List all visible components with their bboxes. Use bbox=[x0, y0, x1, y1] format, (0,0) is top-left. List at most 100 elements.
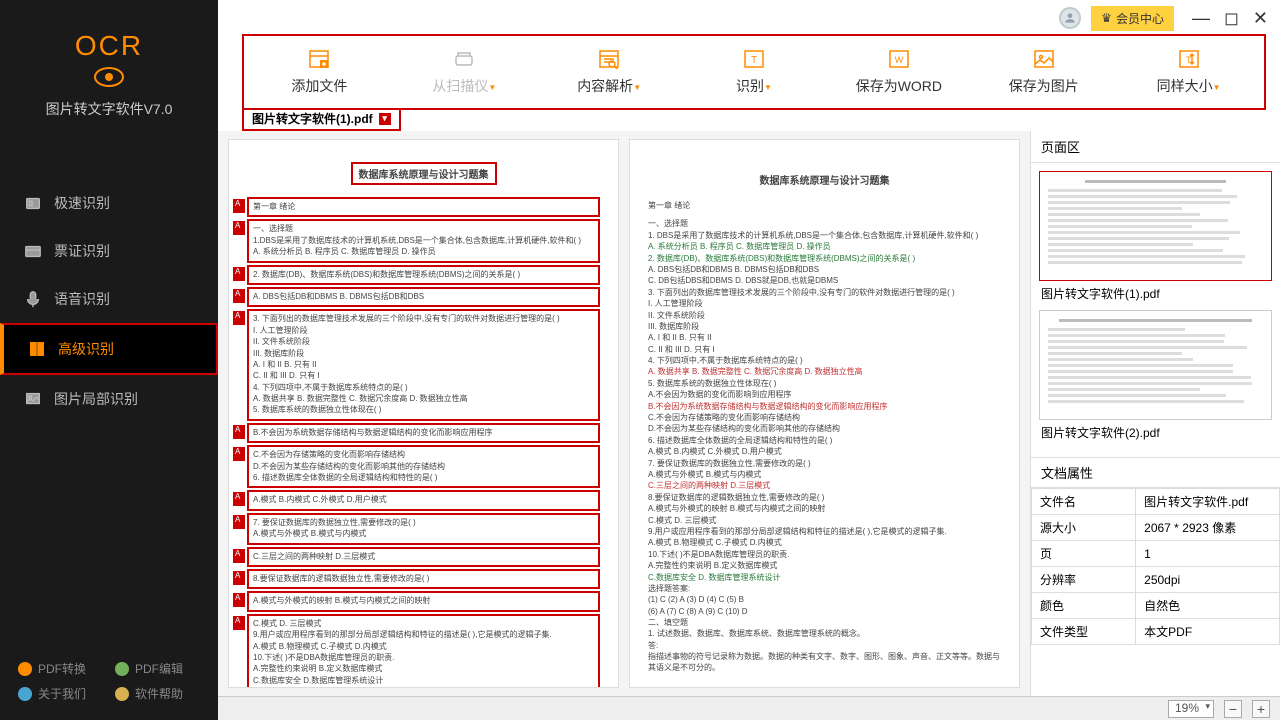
file-tab-row: 图片转文字软件(1).pdf ▾ bbox=[218, 108, 1280, 131]
bottom-link-label: PDF编辑 bbox=[135, 660, 183, 677]
property-row: 文件名图片转文字软件.pdf bbox=[1032, 489, 1280, 515]
nav-item-mic[interactable]: 语音识别 bbox=[0, 275, 218, 323]
vip-button[interactable]: ♛ 会员中心 bbox=[1091, 6, 1174, 31]
toolbar-label: 从扫描仪▼ bbox=[397, 76, 532, 96]
add-icon bbox=[306, 48, 332, 70]
main-area: ♛ 会员中心 — ◻ ✕ 添加文件从扫描仪▼ 内容解析▼ T 识别▼ W 保存为WORD 保存… bbox=[218, 0, 1280, 720]
prop-value: 本文PDF bbox=[1136, 619, 1280, 645]
vip-label: 会员中心 bbox=[1116, 10, 1164, 27]
analyze-icon bbox=[596, 48, 622, 70]
toolbar-label: 添加文件 bbox=[252, 76, 387, 96]
property-row: 文件类型本文PDF bbox=[1032, 619, 1280, 645]
bottom-link-label: 关于我们 bbox=[38, 685, 86, 702]
statusbar: 19% − + bbox=[218, 696, 1280, 720]
bottom-link[interactable]: 软件帮助 bbox=[115, 685, 200, 702]
right-panel: 页面区 图片转文字软件(1).pdf 图片转文字软件(2).pdf 文档属性 文件… bbox=[1030, 131, 1280, 696]
toolbar-recognize-button[interactable]: T 识别▼ bbox=[685, 44, 824, 100]
prop-value: 250dpi bbox=[1136, 567, 1280, 593]
nav-item-advanced[interactable]: 高级识别 bbox=[0, 323, 218, 375]
card-icon bbox=[24, 242, 42, 260]
nav-label: 语音识别 bbox=[54, 289, 110, 309]
advanced-icon bbox=[28, 340, 46, 358]
nav-item-card[interactable]: 票证识别 bbox=[0, 227, 218, 275]
toolbar-label: 识别▼ bbox=[687, 76, 822, 96]
prop-value: 自然色 bbox=[1136, 593, 1280, 619]
window-controls: — ◻ ✕ bbox=[1192, 8, 1268, 29]
maximize-button[interactable]: ◻ bbox=[1224, 8, 1239, 29]
bottom-link[interactable]: PDF转换 bbox=[18, 660, 103, 677]
toolbar-word-button[interactable]: W 保存为WORD bbox=[829, 44, 968, 100]
toolbar-scanner-button: 从扫描仪▼ bbox=[395, 44, 534, 100]
page-right-plain: 数据库系统原理与设计习题集第一章 绪论一、选择题1. DBS是采用了数据库技术的… bbox=[629, 139, 1020, 688]
nav-item-crop[interactable]: 图片局部识别 bbox=[0, 375, 218, 423]
bottom-link-label: PDF转换 bbox=[38, 660, 86, 677]
nav-item-speed[interactable]: 极速识别 bbox=[0, 179, 218, 227]
close-button[interactable]: ✕ bbox=[1253, 8, 1268, 29]
toolbar-size-button[interactable]: T同样大小▼ bbox=[1119, 44, 1258, 100]
nav-label: 高级识别 bbox=[58, 339, 114, 359]
dot-icon bbox=[18, 687, 32, 701]
dot-icon bbox=[115, 687, 129, 701]
pages-panel-header: 页面区 bbox=[1031, 131, 1280, 163]
nav-label: 极速识别 bbox=[54, 193, 110, 213]
scanner-icon bbox=[451, 48, 477, 70]
speed-icon bbox=[24, 194, 42, 212]
bottom-links: PDF转换 PDF编辑关于我们 软件帮助 bbox=[0, 650, 218, 720]
crop-icon bbox=[24, 390, 42, 408]
prop-value: 1 bbox=[1136, 541, 1280, 567]
dot-icon bbox=[115, 662, 129, 676]
property-row: 颜色自然色 bbox=[1032, 593, 1280, 619]
sidebar: OCR 图片转文字软件V7.0 极速识别票证识别语音识别高级识别图片局部识别 P… bbox=[0, 0, 218, 720]
toolbar-image-button[interactable]: 保存为图片 bbox=[974, 44, 1113, 100]
zoom-out-button[interactable]: − bbox=[1224, 700, 1242, 718]
dot-icon bbox=[18, 662, 32, 676]
word-icon: W bbox=[886, 48, 912, 70]
eye-icon bbox=[94, 67, 124, 87]
prop-key: 文件名 bbox=[1032, 489, 1136, 515]
prop-key: 颜色 bbox=[1032, 593, 1136, 619]
page-thumbnail[interactable]: 图片转文字软件(1).pdf bbox=[1039, 171, 1272, 306]
toolbar-add-button[interactable]: 添加文件 bbox=[250, 44, 389, 100]
thumbnail-label: 图片转文字软件(1).pdf bbox=[1039, 281, 1272, 306]
toolbar-label: 同样大小▼ bbox=[1121, 76, 1256, 96]
image-icon bbox=[1031, 48, 1057, 70]
crown-icon: ♛ bbox=[1101, 11, 1112, 25]
property-row: 源大小2067 * 2923 像素 bbox=[1032, 515, 1280, 541]
bottom-link[interactable]: PDF编辑 bbox=[115, 660, 200, 677]
thumbnail-label: 图片转文字软件(2).pdf bbox=[1039, 420, 1272, 445]
close-tab-icon[interactable]: ▾ bbox=[379, 113, 391, 125]
property-row: 分辨率250dpi bbox=[1032, 567, 1280, 593]
page-thumbnail[interactable]: 图片转文字软件(2).pdf bbox=[1039, 310, 1272, 445]
toolbar: 添加文件从扫描仪▼ 内容解析▼ T 识别▼ W 保存为WORD 保存为图片T同样大小▼ bbox=[242, 34, 1266, 110]
mic-icon bbox=[24, 290, 42, 308]
prop-key: 文件类型 bbox=[1032, 619, 1136, 645]
prop-value: 图片转文字软件.pdf bbox=[1136, 489, 1280, 515]
zoom-value: 19% bbox=[1175, 701, 1199, 715]
logo-area: OCR 图片转文字软件V7.0 bbox=[0, 0, 218, 139]
zoom-select[interactable]: 19% bbox=[1168, 700, 1214, 718]
svg-text:T: T bbox=[751, 55, 757, 66]
svg-text:W: W bbox=[895, 55, 904, 65]
prop-key: 分辨率 bbox=[1032, 567, 1136, 593]
prop-value: 2067 * 2923 像素 bbox=[1136, 515, 1280, 541]
toolbar-analyze-button[interactable]: 内容解析▼ bbox=[540, 44, 679, 100]
prop-key: 源大小 bbox=[1032, 515, 1136, 541]
document-properties-table: 文件名图片转文字软件.pdf源大小2067 * 2923 像素页1分辨率250d… bbox=[1031, 488, 1280, 645]
file-tab-label: 图片转文字软件(1).pdf bbox=[252, 110, 373, 127]
bottom-link[interactable]: 关于我们 bbox=[18, 685, 103, 702]
file-tab[interactable]: 图片转文字软件(1).pdf ▾ bbox=[242, 108, 401, 131]
bottom-link-label: 软件帮助 bbox=[135, 685, 183, 702]
toolbar-label: 内容解析▼ bbox=[542, 76, 677, 96]
minimize-button[interactable]: — bbox=[1192, 8, 1210, 29]
props-panel-header: 文档属性 bbox=[1031, 457, 1280, 488]
toolbar-label: 保存为WORD bbox=[831, 76, 966, 96]
user-avatar-icon[interactable] bbox=[1059, 7, 1081, 29]
nav-list: 极速识别票证识别语音识别高级识别图片局部识别 bbox=[0, 179, 218, 650]
app-title: 图片转文字软件V7.0 bbox=[0, 99, 218, 119]
page-thumbnails: 图片转文字软件(1).pdf 图片转文字软件(2).pdf bbox=[1031, 163, 1280, 457]
zoom-in-button[interactable]: + bbox=[1252, 700, 1270, 718]
nav-label: 图片局部识别 bbox=[54, 389, 138, 409]
prop-key: 页 bbox=[1032, 541, 1136, 567]
document-area: 数据库系统原理与设计习题集第一章 绪论一、选择题1.DBS是采用了数据库技术的计… bbox=[218, 131, 1030, 696]
property-row: 页1 bbox=[1032, 541, 1280, 567]
